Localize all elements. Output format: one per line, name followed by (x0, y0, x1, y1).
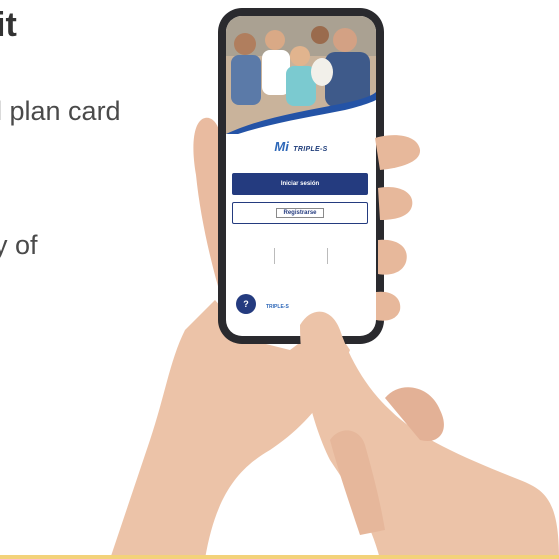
register-button[interactable]: Registrarse (232, 202, 368, 224)
app-screen: Mi TRIPLE-S Iniciar sesión Registrarse ?… (226, 16, 376, 336)
right-finger-4 (376, 291, 401, 321)
login-button[interactable]: Iniciar sesión (232, 173, 368, 195)
register-button-label: Registrarse (276, 208, 324, 218)
right-finger-2 (378, 186, 413, 220)
bottom-accent-strip (0, 555, 559, 559)
right-finger-1 (375, 135, 421, 170)
logo-brand-text: TRIPLE-S (293, 146, 328, 153)
help-button[interactable]: ? (236, 294, 256, 314)
right-finger-3 (378, 239, 407, 275)
footer-brand-logo: TRIPLE-S (266, 304, 289, 310)
captcha-box[interactable] (274, 248, 328, 264)
mi-triple-s-logo: Mi TRIPLE-S (226, 138, 376, 156)
logo-mi-text: Mi (274, 139, 289, 154)
